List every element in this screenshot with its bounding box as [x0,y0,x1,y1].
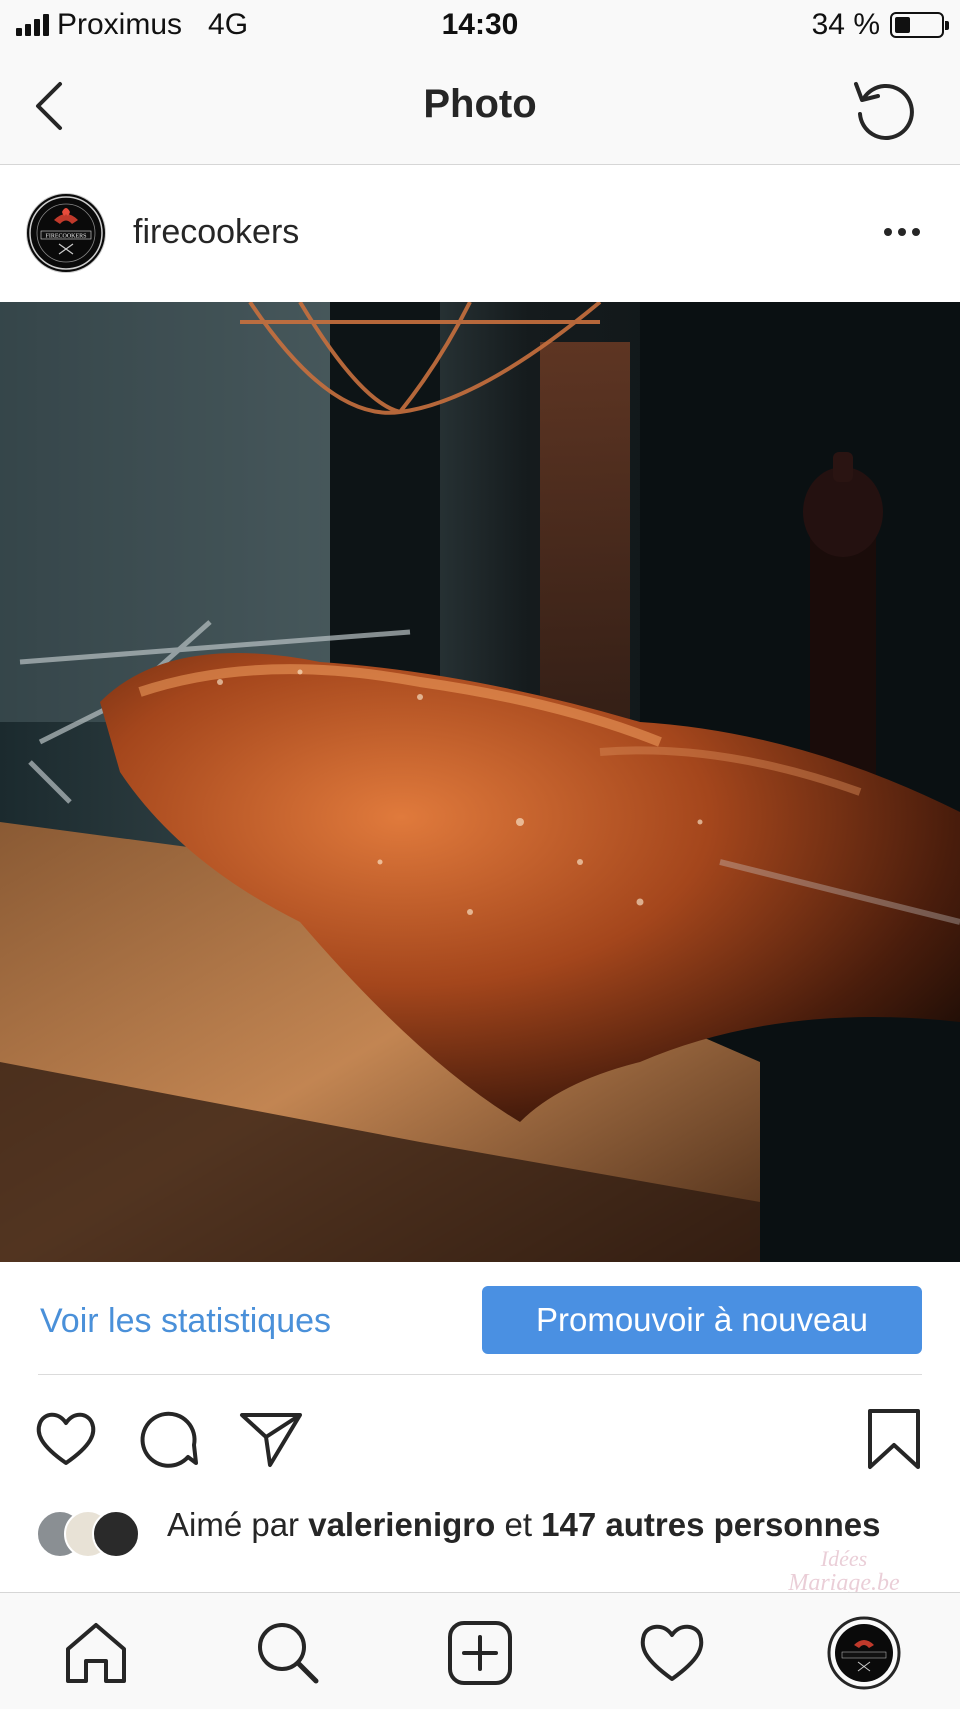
status-bar: Proximus 4G 14:30 34 % [0,0,960,54]
refresh-button[interactable] [848,74,920,146]
comment-icon [140,1411,198,1468]
liker-username[interactable]: valerienigro [308,1506,495,1543]
post-actions [0,1375,960,1495]
home-icon [66,1623,126,1683]
post-header: FIRECOOKERS firecookers [0,165,960,301]
navigation-bar: Photo [0,54,960,165]
battery-icon [890,12,949,38]
battery-percent: 34 % [811,8,880,41]
likes-count[interactable]: 147 autres personnes [541,1506,880,1543]
likes-prefix: Aimé par [167,1506,309,1543]
post-username[interactable]: firecookers [133,213,299,252]
liker-avatars [36,1510,156,1558]
svg-text:Idées: Idées [820,1546,867,1571]
likes-conjunction: et [495,1506,542,1543]
search-icon [258,1623,319,1684]
tab-search[interactable] [252,1617,324,1689]
share-button[interactable] [238,1409,304,1474]
roast-meat-photo [0,302,960,1262]
view-insights-link[interactable]: Voir les statistiques [40,1302,331,1341]
insights-row: Voir les statistiques Promouvoir à nouve… [0,1262,960,1374]
avatar[interactable]: FIRECOOKERS [26,193,106,273]
tab-activity[interactable] [636,1617,708,1689]
bookmark-icon [868,1409,920,1469]
page-title: Photo [423,82,537,126]
likes-text: Aimé par valerienigro et 147 autres pers… [167,1504,927,1545]
add-post-icon [448,1621,512,1685]
more-options-button[interactable] [880,215,924,249]
heart-icon [36,1412,96,1465]
tab-new-post[interactable] [444,1617,516,1689]
refresh-icon [854,82,914,140]
profile-avatar-icon [827,1616,901,1690]
bottom-tab-bar [0,1592,960,1709]
share-icon [240,1413,302,1467]
firecookers-logo: FIRECOOKERS [29,196,103,270]
tab-home[interactable] [60,1617,132,1689]
avatar [92,1510,140,1558]
post-photo[interactable] [0,302,960,1262]
promote-again-button[interactable]: Promouvoir à nouveau [482,1286,922,1354]
like-button[interactable] [34,1409,98,1474]
comment-button[interactable] [138,1409,200,1476]
status-right: 34 % [811,8,949,42]
svg-text:FIRECOOKERS: FIRECOOKERS [45,234,86,240]
more-horizontal-icon [884,228,920,236]
save-button[interactable] [866,1407,922,1476]
activity-heart-icon [640,1624,704,1681]
tab-profile[interactable] [826,1615,902,1691]
